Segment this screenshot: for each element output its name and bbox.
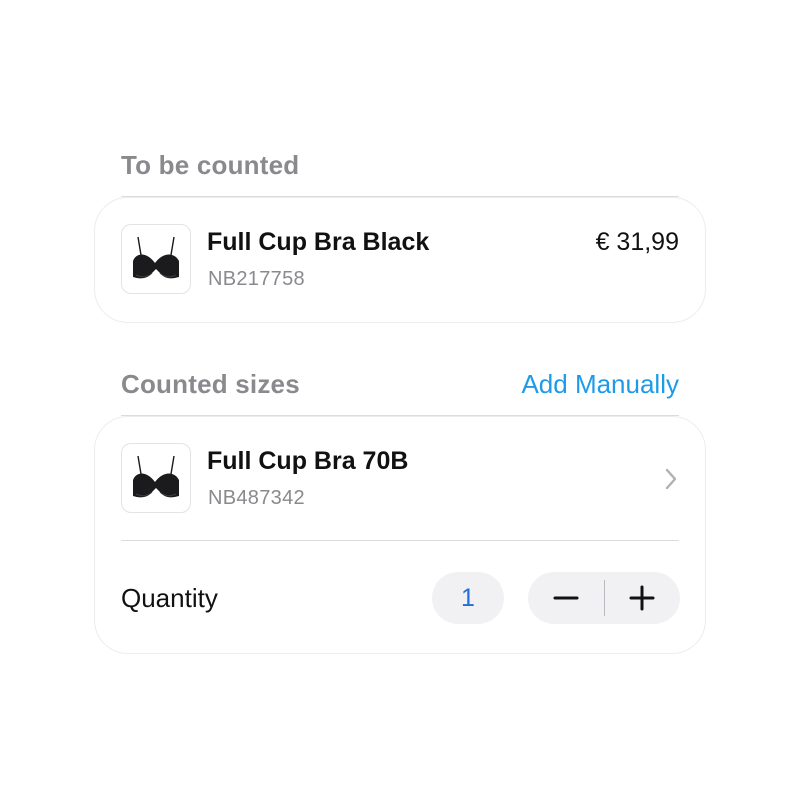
to-be-counted-card: Full Cup Bra Black NB217758 € 31,99 [94, 197, 706, 323]
quantity-value[interactable]: 1 [432, 572, 504, 624]
add-manually-button[interactable]: Add Manually [521, 369, 679, 400]
counted-sizes-header: Counted sizes Add Manually [121, 367, 679, 401]
counted-sizes-card: Full Cup Bra 70B NB487342 Quantity 1 [94, 416, 706, 654]
chevron-right-icon[interactable] [661, 465, 681, 493]
item-price: € 31,99 [595, 228, 679, 256]
product-count-screen: To be counted Full Cup Bra Black NB21775… [0, 0, 800, 800]
quantity-stepper [528, 572, 680, 624]
counted-item-row[interactable]: Full Cup Bra 70B NB487342 [95, 417, 705, 539]
to-be-counted-header: To be counted [121, 148, 679, 182]
bra-thumbnail-icon [121, 443, 191, 513]
quantity-label: Quantity [121, 583, 218, 613]
row-divider [121, 540, 679, 541]
section-title-counted-sizes: Counted sizes [121, 368, 300, 399]
item-name: Full Cup Bra 70B [207, 447, 409, 475]
plus-icon [629, 585, 655, 611]
section-title-to-be-counted: To be counted [121, 149, 300, 180]
bra-thumbnail-icon [121, 224, 191, 294]
item-name: Full Cup Bra Black [207, 228, 430, 256]
item-sku: NB487342 [208, 487, 305, 509]
decrement-button[interactable] [528, 572, 604, 624]
minus-icon [553, 596, 579, 600]
increment-button[interactable] [605, 572, 681, 624]
item-sku: NB217758 [208, 268, 305, 290]
